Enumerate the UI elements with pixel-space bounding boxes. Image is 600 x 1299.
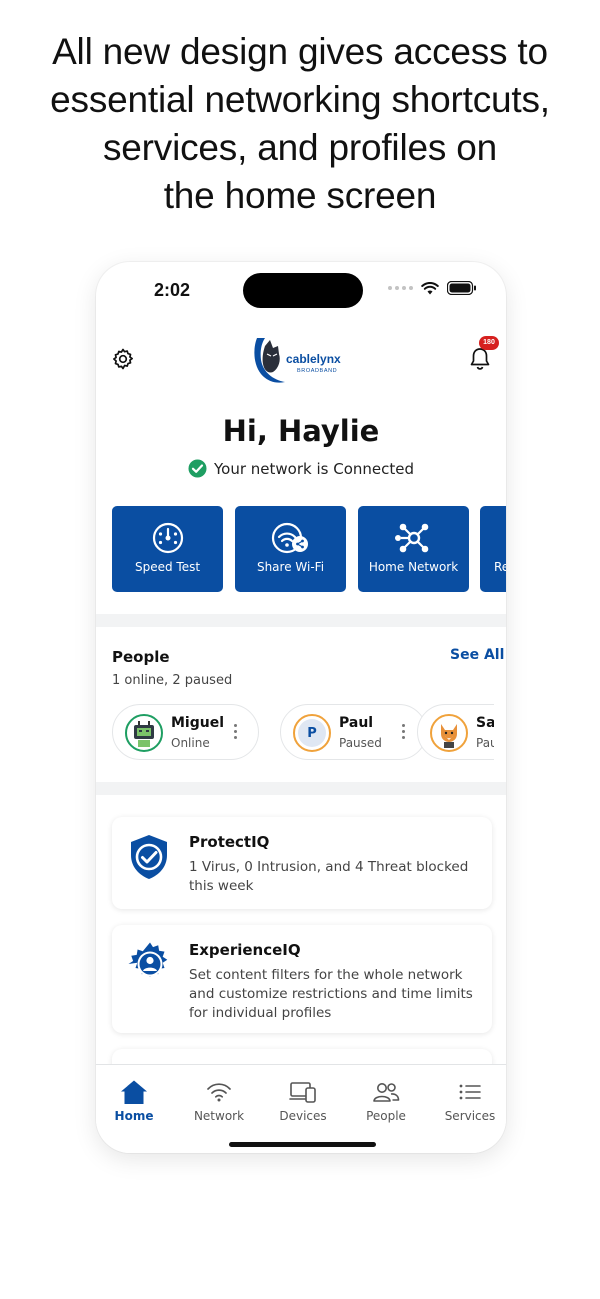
people-summary: 1 online, 2 paused	[112, 673, 233, 688]
tab-label: Services	[444, 1109, 496, 1123]
person-status: Online	[171, 736, 210, 750]
person-card-miguel[interactable]: Miguel Online	[112, 704, 259, 760]
phone-frame: 2:02 cablelynx BROADBAND 180 Hi, Haylie …	[96, 262, 506, 1153]
status-time: 2:02	[154, 280, 191, 300]
tab-label: People	[366, 1109, 406, 1123]
more-options-icon[interactable]	[234, 724, 237, 739]
protectiq-card[interactable]: ProtectIQ 1 Virus, 0 Intrusion, and 4 Th…	[112, 817, 492, 909]
shield-check-icon	[131, 835, 167, 879]
tab-label: Network	[193, 1109, 245, 1123]
service-title: ProtectIQ	[189, 833, 270, 851]
avatar-initial: P	[293, 714, 331, 752]
shortcut-partial-label: Re	[494, 560, 506, 574]
list-icon	[459, 1084, 481, 1100]
bottom-tab-bar: Home Network Devices People Services	[96, 1064, 506, 1153]
home-indicator	[229, 1142, 376, 1147]
notification-count-badge: 180	[479, 336, 499, 350]
shortcut-partial-button[interactable]: Re	[480, 506, 506, 592]
person-card-paul[interactable]: P Paul Paused	[280, 704, 427, 760]
section-divider	[96, 782, 506, 795]
logo-wordmark: cablelynx	[286, 352, 341, 366]
tab-services[interactable]: Services	[429, 1079, 506, 1123]
tab-label: Devices	[279, 1109, 327, 1123]
cablelynx-logo: cablelynx BROADBAND	[251, 334, 351, 390]
home-network-button[interactable]: Home Network	[358, 506, 469, 592]
devices-icon	[289, 1082, 316, 1103]
network-hub-icon	[394, 523, 428, 553]
promo-headline: All new design gives access to essential…	[0, 28, 600, 220]
logo-subtitle: BROADBAND	[297, 368, 337, 374]
service-description: 1 Virus, 0 Intrusion, and 4 Threat block…	[189, 859, 469, 894]
shortcut-row: Speed Test Share Wi-Fi Home Network Re	[112, 506, 506, 592]
greeting-title: Hi, Haylie	[222, 414, 380, 448]
avatar-fox-icon	[430, 714, 468, 752]
more-options-icon[interactable]	[402, 724, 405, 739]
home-icon	[121, 1080, 147, 1104]
tab-people[interactable]: People	[345, 1079, 427, 1123]
speedometer-icon	[152, 522, 183, 554]
home-network-label: Home Network	[368, 560, 459, 574]
people-list: Miguel Online P Paul Paused Sa Pau	[112, 704, 494, 762]
headline-line: essential networking shortcuts,	[50, 79, 550, 120]
settings-gear-icon[interactable]	[111, 347, 135, 375]
speed-test-button[interactable]: Speed Test	[112, 506, 223, 592]
speed-test-label: Speed Test	[134, 560, 201, 574]
avatar-robot-icon	[125, 714, 163, 752]
status-icons	[388, 281, 477, 295]
headline-line: All new design gives access to	[52, 31, 548, 72]
headline-line: the home screen	[163, 175, 437, 216]
experienceiq-card[interactable]: ExperienceIQ Set content filters for the…	[112, 925, 492, 1033]
tab-devices[interactable]: Devices	[262, 1079, 344, 1123]
notifications-bell-icon[interactable]	[468, 346, 492, 376]
headline-line: services, and profiles on	[103, 127, 497, 168]
signal-dots-icon	[388, 286, 413, 290]
tab-network[interactable]: Network	[178, 1079, 260, 1123]
section-divider	[96, 614, 506, 627]
person-name: Paul	[339, 715, 374, 731]
wifi-status-icon	[421, 281, 439, 294]
share-wifi-label: Share Wi-Fi	[256, 560, 325, 574]
check-circle-icon	[188, 459, 207, 478]
service-title: ExperienceIQ	[189, 941, 301, 959]
person-name: Sa	[476, 715, 494, 731]
battery-icon	[447, 281, 476, 295]
gear-person-icon	[128, 942, 168, 978]
tab-home[interactable]: Home	[96, 1079, 175, 1123]
person-status: Paused	[339, 736, 382, 750]
tab-label: Home	[114, 1109, 154, 1123]
person-card-partial[interactable]: Sa Pau	[417, 704, 494, 760]
share-wifi-icon	[271, 522, 308, 554]
dynamic-island	[243, 273, 363, 308]
person-status: Pau	[476, 736, 494, 750]
wifi-icon	[207, 1083, 231, 1102]
people-icon	[373, 1083, 400, 1102]
person-name: Miguel	[171, 715, 225, 731]
people-section-title: People	[112, 648, 170, 666]
share-wifi-button[interactable]: Share Wi-Fi	[235, 506, 346, 592]
network-status: Your network is Connected	[96, 459, 506, 478]
avatar-initial-letter: P	[298, 719, 326, 747]
see-all-people-link[interactable]: See All	[450, 647, 504, 663]
network-status-text: Your network is Connected	[214, 459, 414, 478]
service-description: Set content filters for the whole networ…	[189, 967, 473, 1021]
